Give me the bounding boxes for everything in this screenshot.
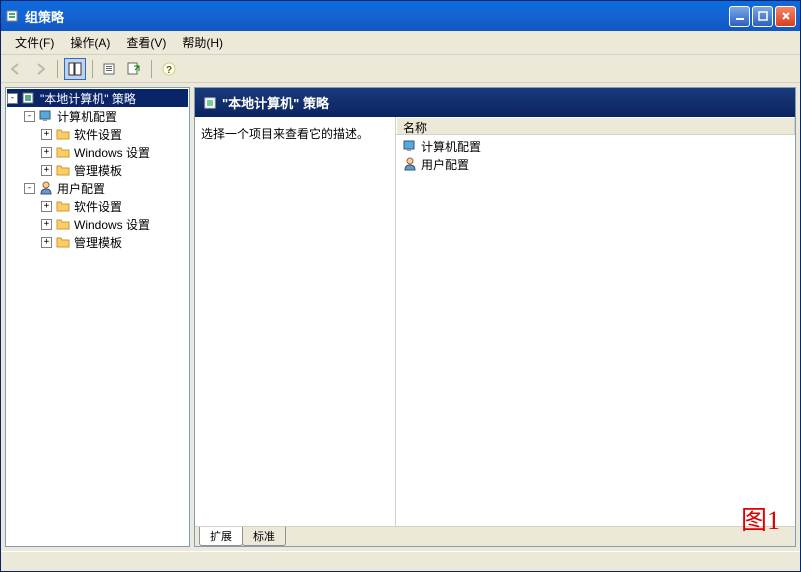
expand-icon[interactable]: + xyxy=(41,219,52,230)
column-name-header[interactable]: 名称 xyxy=(396,117,795,134)
menu-help[interactable]: 帮助(H) xyxy=(174,32,231,53)
computer-icon xyxy=(38,108,54,124)
tree-item-user-software-settings[interactable]: + 软件设置 xyxy=(41,197,188,215)
tree-item-computer-config[interactable]: - 计算机配置 xyxy=(24,107,188,125)
tree-label: 软件设置 xyxy=(74,126,122,143)
show-hide-tree-button[interactable] xyxy=(64,58,86,80)
toolbar-separator xyxy=(92,60,93,78)
titlebar: 组策略 xyxy=(1,1,800,31)
list-item-user[interactable]: 用户配置 xyxy=(398,155,793,173)
tree-item-local-policy[interactable]: - "本地计算机" 策略 xyxy=(7,89,188,107)
tree-item-user-windows-settings[interactable]: + Windows 设置 xyxy=(41,215,188,233)
menubar: 文件(F) 操作(A) 查看(V) 帮助(H) xyxy=(1,31,800,55)
expand-icon[interactable]: + xyxy=(41,129,52,140)
collapse-icon[interactable]: - xyxy=(7,93,18,104)
tree-label: 用户配置 xyxy=(57,180,105,197)
properties-button[interactable] xyxy=(99,58,121,80)
expand-icon[interactable]: + xyxy=(41,165,52,176)
tree-item-user-admin-templates[interactable]: + 管理模板 xyxy=(41,233,188,251)
app-icon xyxy=(5,8,21,24)
list-body: 计算机配置 用户配置 xyxy=(396,135,795,526)
toolbar: ? xyxy=(1,55,800,83)
tab-extended[interactable]: 扩展 xyxy=(199,527,243,546)
tree-label: Windows 设置 xyxy=(74,216,150,233)
list-header: 名称 xyxy=(396,117,795,135)
tree-label: "本地计算机" 策略 xyxy=(40,90,136,107)
user-icon xyxy=(402,156,418,172)
detail-content: 选择一个项目来查看它的描述。 名称 计算机配置 xyxy=(195,117,795,526)
policy-icon xyxy=(203,95,219,111)
folder-icon xyxy=(55,198,71,214)
policy-icon xyxy=(21,90,37,106)
computer-icon xyxy=(402,138,418,154)
menu-view[interactable]: 查看(V) xyxy=(118,32,174,53)
list-item-computer[interactable]: 计算机配置 xyxy=(398,137,793,155)
tree-item-user-config[interactable]: - 用户配置 xyxy=(24,179,188,197)
figure-label: 图1 xyxy=(741,500,780,537)
user-icon xyxy=(38,180,54,196)
detail-title: "本地计算机" 策略 xyxy=(222,93,329,112)
tree-item-windows-settings[interactable]: + Windows 设置 xyxy=(41,143,188,161)
tree-panel: - "本地计算机" 策略 - xyxy=(5,87,190,547)
description-pane: 选择一个项目来查看它的描述。 xyxy=(195,117,395,526)
maximize-button[interactable] xyxy=(752,6,773,27)
minimize-button[interactable] xyxy=(729,6,750,27)
folder-icon xyxy=(55,126,71,142)
menu-file[interactable]: 文件(F) xyxy=(7,32,62,53)
expand-icon[interactable]: + xyxy=(41,201,52,212)
tree-label: 软件设置 xyxy=(74,198,122,215)
back-button[interactable] xyxy=(5,58,27,80)
folder-icon xyxy=(55,144,71,160)
toolbar-separator xyxy=(57,60,58,78)
tree-root: - "本地计算机" 策略 - xyxy=(6,88,189,252)
menu-action[interactable]: 操作(A) xyxy=(62,32,118,53)
tree-label: Windows 设置 xyxy=(74,144,150,161)
statusbar xyxy=(1,551,800,571)
collapse-icon[interactable]: - xyxy=(24,183,35,194)
svg-text:?: ? xyxy=(166,65,172,76)
help-button[interactable]: ? xyxy=(158,58,180,80)
window-controls xyxy=(729,6,796,27)
forward-button[interactable] xyxy=(29,58,51,80)
folder-icon xyxy=(55,162,71,178)
expand-icon[interactable]: + xyxy=(41,237,52,248)
detail-tabs: 扩展 标准 xyxy=(195,526,795,546)
collapse-icon[interactable]: - xyxy=(24,111,35,122)
list-pane: 名称 计算机配置 用户配置 xyxy=(395,117,795,526)
expand-icon[interactable]: + xyxy=(41,147,52,158)
main-panel: "本地计算机" 策略 选择一个项目来查看它的描述。 名称 计 xyxy=(194,87,796,547)
folder-icon xyxy=(55,216,71,232)
tab-standard[interactable]: 标准 xyxy=(242,527,286,546)
tree-item-software-settings[interactable]: + 软件设置 xyxy=(41,125,188,143)
toolbar-separator xyxy=(151,60,152,78)
list-item-label: 计算机配置 xyxy=(421,138,481,155)
content-area: - "本地计算机" 策略 - xyxy=(1,83,800,551)
tree-item-admin-templates[interactable]: + 管理模板 xyxy=(41,161,188,179)
detail-header: "本地计算机" 策略 xyxy=(195,88,795,117)
description-text: 选择一个项目来查看它的描述。 xyxy=(201,125,389,142)
tree-label: 管理模板 xyxy=(74,234,122,251)
list-item-label: 用户配置 xyxy=(421,156,469,173)
export-list-button[interactable] xyxy=(123,58,145,80)
window-title: 组策略 xyxy=(25,7,729,26)
folder-icon xyxy=(55,234,71,250)
tree-label: 计算机配置 xyxy=(57,108,117,125)
close-button[interactable] xyxy=(775,6,796,27)
tree-label: 管理模板 xyxy=(74,162,122,179)
group-policy-window: 组策略 文件(F) 操作(A) 查看(V) 帮助(H) xyxy=(0,0,801,572)
